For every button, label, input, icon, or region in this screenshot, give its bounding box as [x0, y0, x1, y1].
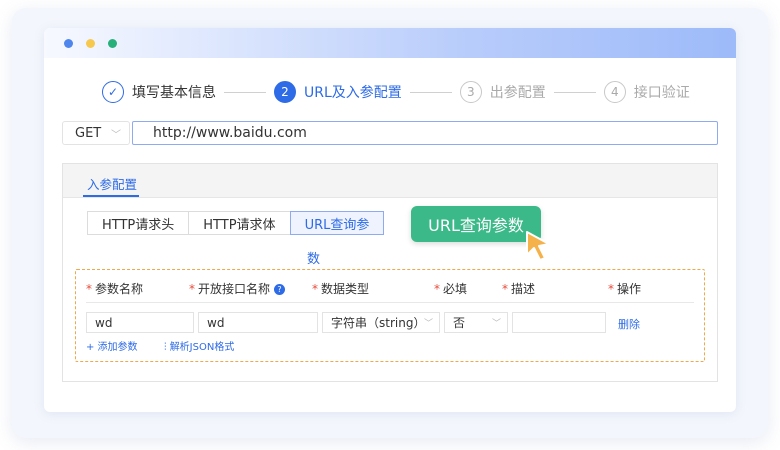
header-open-name: * 开放接口名称?	[189, 280, 286, 297]
help-icon[interactable]: ?	[274, 284, 286, 295]
required-select[interactable]: 否 ﹀	[444, 312, 508, 333]
step-url-params[interactable]: 2 URL及入参配置	[274, 81, 402, 103]
step-label: 接口验证	[633, 85, 690, 101]
header-required: * 必填	[434, 282, 468, 296]
required-value: 否	[453, 316, 466, 330]
add-param-link[interactable]: + 添加参数	[86, 338, 138, 353]
tab-underline	[83, 195, 139, 197]
step-number: 3	[459, 81, 482, 103]
delete-link[interactable]: 删除	[618, 316, 640, 332]
step-connector	[224, 91, 266, 93]
chevron-down-icon: ﹀	[491, 319, 501, 329]
window-dot-blue[interactable]	[64, 39, 73, 48]
stepper: ✓ 填写基本信息 2 URL及入参配置 3 出参配置 4 接口验证	[102, 80, 690, 104]
chevron-down-icon: ﹀	[423, 319, 433, 329]
check-icon: ✓	[102, 81, 124, 103]
step-label: 出参配置	[489, 85, 546, 101]
step-connector	[553, 91, 596, 93]
description-input[interactable]	[512, 312, 606, 333]
header-divider	[86, 302, 694, 303]
panel-header: 入参配置	[63, 164, 717, 198]
step-label: 填写基本信息	[132, 85, 216, 101]
header-operation: * 操作	[608, 282, 642, 296]
param-name-input[interactable]: wd	[86, 312, 194, 333]
header-description: * 描述	[502, 282, 536, 296]
method-select[interactable]: GET ﹀	[62, 121, 130, 145]
step-output-params[interactable]: 3 出参配置	[459, 81, 546, 103]
step-number: 2	[274, 81, 296, 103]
header-param-name: * 参数名称	[86, 282, 144, 296]
data-type-select[interactable]: 字符串（string） ﹀	[322, 312, 440, 333]
subtab-group: HTTP请求头 HTTP请求体 URL查询参	[87, 211, 385, 235]
header-data-type: * 数据类型	[312, 282, 370, 296]
method-value: GET	[75, 125, 102, 141]
window-titlebar	[44, 28, 736, 58]
url-input[interactable]: http://www.baidu.com	[132, 121, 718, 145]
step-number: 4	[603, 81, 626, 103]
data-type-value: 字符串（string）	[331, 316, 426, 330]
app-window: ✓ 填写基本信息 2 URL及入参配置 3 出参配置 4 接口验证 GET ﹀ …	[44, 28, 736, 412]
step-label: URL及入参配置	[304, 85, 402, 101]
params-panel: 入参配置 HTTP请求头 HTTP请求体 URL查询参 数 URL查询参数 * 参…	[62, 163, 718, 382]
step-connector	[409, 91, 452, 93]
subtab-http-body[interactable]: HTTP请求体	[188, 211, 291, 235]
subtab-http-header[interactable]: HTTP请求头	[87, 211, 190, 235]
params-table: * 参数名称 * 开放接口名称? * 数据类型 * 必填 * 描述 * 操作 wd wd 字…	[75, 269, 705, 362]
window-dot-yellow[interactable]	[86, 39, 95, 48]
chevron-down-icon: ﹀	[111, 130, 121, 141]
window-dot-green[interactable]	[108, 39, 117, 48]
tab-input-params[interactable]: 入参配置	[87, 174, 137, 193]
step-basic-info[interactable]: ✓ 填写基本信息	[102, 81, 216, 103]
subtab-url-query[interactable]: URL查询参	[289, 211, 385, 235]
open-name-input[interactable]: wd	[198, 312, 318, 333]
step-verify[interactable]: 4 接口验证	[603, 81, 690, 103]
parse-json-link[interactable]: ⫶ 解析JSON格式	[164, 338, 234, 353]
subtab-label-overflow: 数	[307, 252, 321, 267]
cursor-hand-icon	[526, 231, 550, 261]
